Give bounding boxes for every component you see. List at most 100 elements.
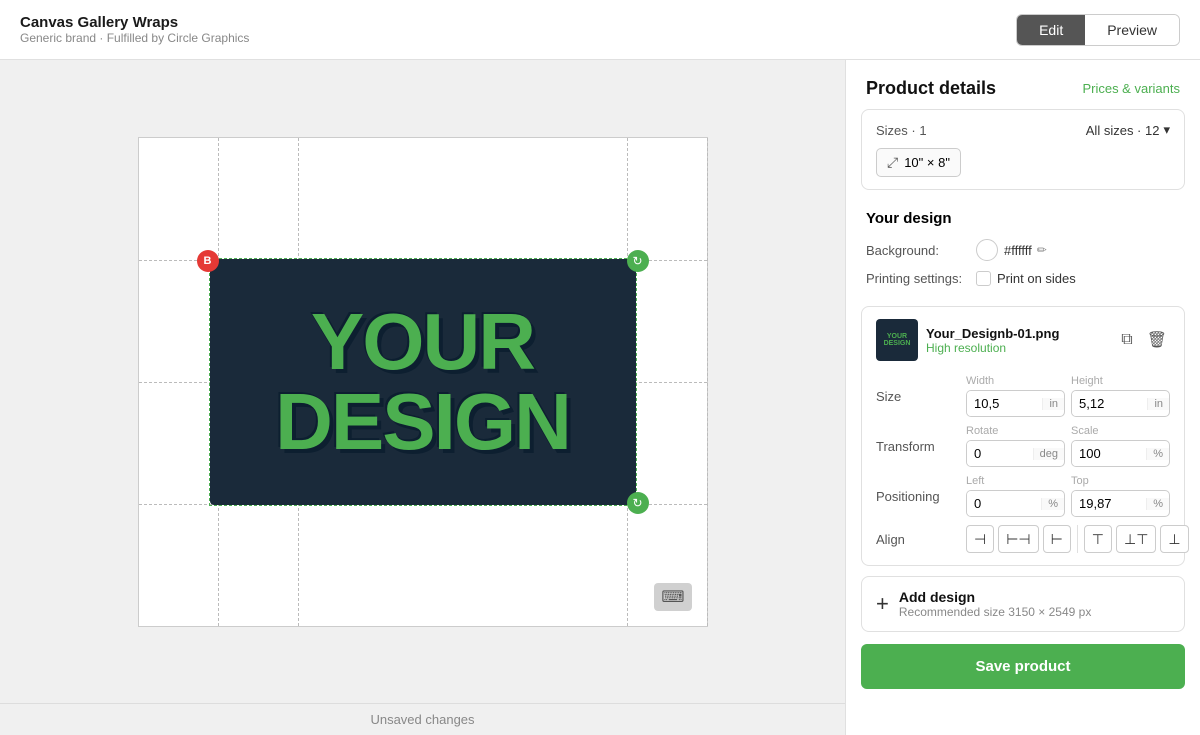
design-thumbnail: YOURDESIGN (876, 319, 918, 361)
positioning-label: Positioning (876, 489, 966, 504)
width-input-wrap: in (966, 390, 1065, 417)
align-left-button[interactable]: ⊣ (966, 525, 994, 553)
align-right-button[interactable]: ⊢ (1043, 525, 1071, 553)
header-tabs: Edit Preview (1016, 14, 1180, 46)
product-subtitle: Generic brand · Fulfilled by Circle Grap… (20, 31, 249, 45)
rotate-unit: deg (1033, 448, 1064, 460)
product-title: Canvas Gallery Wraps (20, 14, 249, 31)
scale-input[interactable] (1072, 441, 1146, 466)
height-unit: in (1147, 398, 1169, 410)
sizes-all-dropdown[interactable]: All sizes · 12 ▾ (1086, 122, 1170, 138)
tab-preview[interactable]: Preview (1085, 15, 1179, 45)
size-chip[interactable]: ⤢ 10" × 8" (876, 148, 961, 177)
height-sublabel: Height (1071, 375, 1170, 387)
handle-top-right[interactable]: ↻ (627, 250, 649, 272)
add-design-text: Add design Recommended size 3150 × 2549 … (899, 589, 1091, 619)
thumb-text: YOURDESIGN (884, 333, 911, 347)
align-bottom-button[interactable]: ⊥ (1160, 525, 1188, 553)
transform-field-row: Transform Rotate deg Scale (876, 425, 1170, 467)
transform-inputs: Rotate deg Scale % (966, 425, 1170, 467)
align-top-button[interactable]: ⊤ (1084, 525, 1112, 553)
align-label: Align (876, 532, 966, 547)
rotate-icon-tr: ↻ (632, 254, 642, 268)
left-input[interactable] (967, 491, 1041, 516)
tab-edit[interactable]: Edit (1017, 15, 1085, 45)
design-card-header: YOURDESIGN Your_Designb-01.png High reso… (876, 319, 1170, 361)
sizes-label: Sizes · 1 (876, 123, 927, 138)
design-file-info: Your_Designb-01.png High resolution (926, 326, 1110, 355)
align-divider (1077, 525, 1078, 553)
panel-header: Product details Prices & variants (846, 60, 1200, 109)
width-input[interactable] (967, 391, 1042, 416)
design-text-design: DESIGN (275, 382, 570, 462)
background-edit-icon[interactable]: ✏ (1037, 243, 1047, 257)
positioning-inputs: Left % Top % (966, 475, 1170, 517)
delete-design-button[interactable]: 🗑 (1144, 327, 1170, 353)
left-input-wrap: % (966, 490, 1065, 517)
keyboard-shortcuts-icon[interactable]: ⌨ (654, 583, 691, 611)
handle-top-left[interactable]: B (197, 250, 219, 272)
size-inputs: Width in Height in (966, 375, 1170, 417)
design-file-name: Your_Designb-01.png (926, 326, 1110, 341)
printing-label: Printing settings: (866, 271, 976, 286)
left-sublabel: Left (966, 475, 1065, 487)
your-design-title: Your design (866, 210, 1180, 227)
size-label: Size (876, 389, 966, 404)
your-design-section: Your design Background: #ffffff ✏ Printi… (846, 200, 1200, 306)
align-center-h-button[interactable]: ⊢⊣ (998, 525, 1038, 553)
design-file-resolution: High resolution (926, 341, 1110, 355)
print-on-sides-label: Print on sides (997, 271, 1076, 286)
printing-row: Printing settings: Print on sides (866, 271, 1180, 286)
main-area: YOUR DESIGN B ↻ ↻ ⌨ Unsaved chang (0, 60, 1200, 735)
background-swatch[interactable] (976, 239, 998, 261)
rotate-input[interactable] (967, 441, 1033, 466)
app-header: Canvas Gallery Wraps Generic brand · Ful… (0, 0, 1200, 60)
prices-variants-link[interactable]: Prices & variants (1082, 81, 1180, 96)
size-expand-icon: ⤢ (887, 154, 898, 171)
width-sublabel: Width (966, 375, 1065, 387)
header-left: Canvas Gallery Wraps Generic brand · Ful… (20, 14, 249, 45)
top-input[interactable] (1072, 491, 1146, 516)
add-plus-icon: + (876, 591, 889, 617)
grid-v4 (707, 138, 708, 626)
background-row: Background: #ffffff ✏ (866, 239, 1180, 261)
scale-input-wrap: % (1071, 440, 1170, 467)
align-row: Align ⊣ ⊢⊣ ⊢ ⊤ ⊥⊤ ⊥ (876, 525, 1170, 553)
save-product-button[interactable]: Save product (861, 644, 1185, 689)
background-label: Background: (866, 243, 976, 258)
scale-sublabel: Scale (1071, 425, 1170, 437)
print-on-sides-checkbox[interactable] (976, 271, 991, 286)
sizes-header: Sizes · 1 All sizes · 12 ▾ (876, 122, 1170, 138)
add-design-section[interactable]: + Add design Recommended size 3150 × 254… (861, 576, 1185, 632)
copy-design-button[interactable]: ⧉ (1118, 327, 1135, 353)
design-area[interactable]: YOUR DESIGN (209, 258, 637, 506)
panel-scroll: Sizes · 1 All sizes · 12 ▾ ⤢ 10" × 8" Yo… (846, 109, 1200, 735)
rotate-icon-br: ↻ (632, 496, 642, 510)
sizes-section: Sizes · 1 All sizes · 12 ▾ ⤢ 10" × 8" (861, 109, 1185, 190)
size-chip-label: 10" × 8" (904, 155, 950, 170)
unsaved-bar: Unsaved changes (0, 703, 845, 735)
panel-title: Product details (866, 78, 996, 99)
rotate-sublabel: Rotate (966, 425, 1065, 437)
top-sublabel: Top (1071, 475, 1170, 487)
background-value: #ffffff (1004, 243, 1032, 258)
transform-label: Transform (876, 439, 966, 454)
rotate-input-wrap: deg (966, 440, 1065, 467)
canvas-area: YOUR DESIGN B ↻ ↻ ⌨ (0, 60, 845, 703)
width-unit: in (1042, 398, 1064, 410)
chevron-down-icon: ▾ (1163, 122, 1170, 138)
design-text-your: YOUR (311, 302, 534, 382)
height-input[interactable] (1072, 391, 1147, 416)
scale-unit: % (1146, 448, 1169, 460)
handle-bottom-right[interactable]: ↻ (627, 492, 649, 514)
unsaved-label: Unsaved changes (370, 712, 474, 727)
top-unit: % (1146, 498, 1169, 510)
align-group: ⊣ ⊢⊣ ⊢ ⊤ ⊥⊤ ⊥ (966, 525, 1189, 553)
right-panel: Product details Prices & variants Sizes … (845, 60, 1200, 735)
align-middle-v-button[interactable]: ⊥⊤ (1116, 525, 1156, 553)
design-file-card: YOURDESIGN Your_Designb-01.png High reso… (861, 306, 1185, 566)
canvas-wrapper: YOUR DESIGN B ↻ ↻ ⌨ (138, 137, 708, 627)
add-design-title: Add design (899, 589, 1091, 605)
design-content: YOUR DESIGN (210, 259, 636, 505)
design-card-actions: ⧉ 🗑 (1118, 327, 1170, 353)
